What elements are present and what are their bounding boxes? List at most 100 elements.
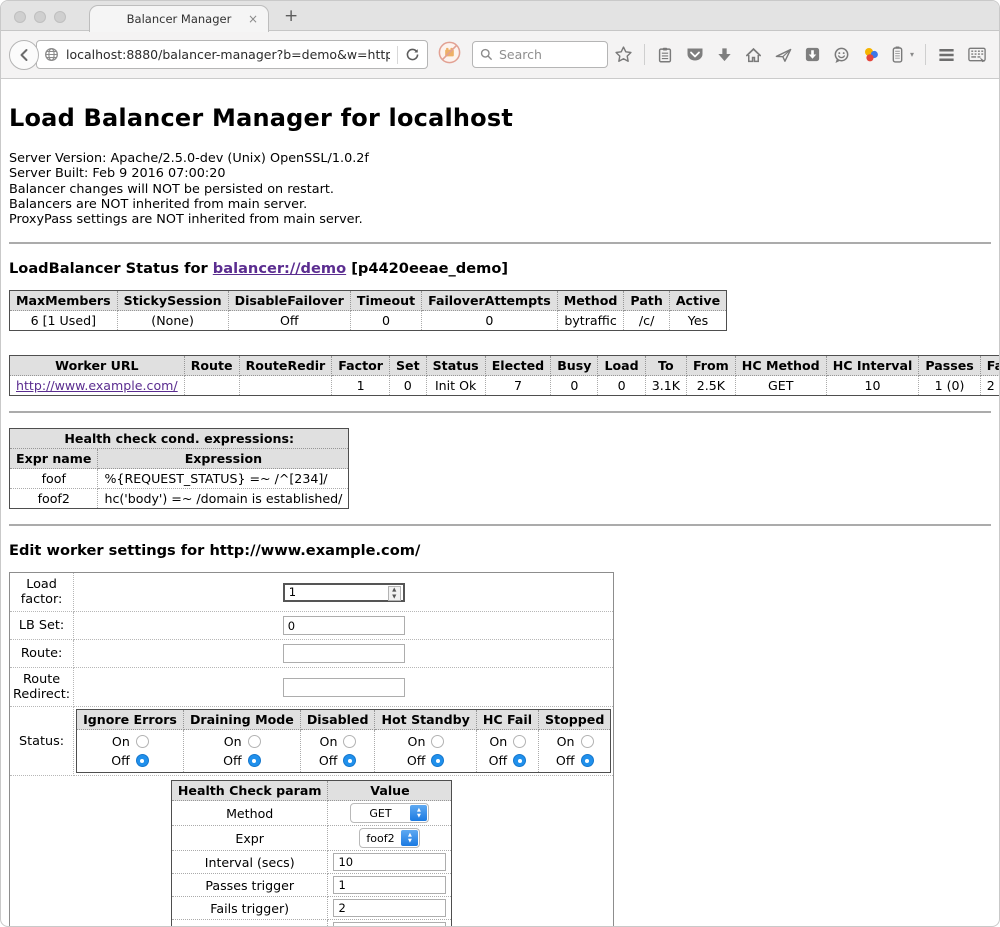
status-column-header: Hot Standby xyxy=(375,710,476,730)
table-cell: 0 xyxy=(389,376,426,396)
column-header: Active xyxy=(669,291,726,311)
extension-dots-icon[interactable] xyxy=(862,46,880,64)
status-stopped-off-radio[interactable] xyxy=(581,754,594,767)
hc-fails-input[interactable] xyxy=(333,899,446,917)
bookmarks-clipboard-icon[interactable] xyxy=(656,46,674,64)
table-cell xyxy=(239,376,332,396)
status-hot-standby-off-radio[interactable] xyxy=(431,754,444,767)
radio-label: On xyxy=(489,734,508,749)
select-chevrons-icon: ▲▼ xyxy=(401,830,418,846)
radio-label: Off xyxy=(111,753,130,768)
table-cell: Off xyxy=(228,311,350,331)
save-to-device-icon[interactable] xyxy=(804,46,821,63)
route-redirect-input[interactable] xyxy=(283,678,405,697)
route-label: Route: xyxy=(10,640,74,668)
hc-fails-label: Fails trigger) xyxy=(171,897,328,920)
hc-expr-select[interactable]: foof2 ▲▼ xyxy=(359,828,420,848)
balancer-demo-link[interactable]: balancer://demo xyxy=(213,260,346,277)
hc-method-value: GET xyxy=(351,804,409,822)
radio-label: Off xyxy=(556,753,575,768)
status-column-header: Stopped xyxy=(539,710,611,730)
lb-set-input[interactable] xyxy=(283,616,405,635)
table-cell: http://www.example.com/ xyxy=(10,376,185,396)
worker-url-link[interactable]: http://www.example.com/ xyxy=(16,378,178,393)
toolbar-separator xyxy=(925,44,926,65)
send-plane-icon[interactable] xyxy=(774,46,793,64)
heading-suffix: [p4420eeae_demo] xyxy=(346,260,508,277)
table-cell: Init Ok xyxy=(426,376,485,396)
browser-tab[interactable]: Balancer Manager × xyxy=(89,5,269,32)
column-header: FailoverAttempts xyxy=(422,291,558,311)
column-header: Busy xyxy=(551,356,598,376)
status-draining-mode-on-radio[interactable] xyxy=(248,735,261,748)
column-header: Expr name xyxy=(10,449,98,469)
back-button[interactable] xyxy=(9,40,39,70)
table-cell xyxy=(184,376,239,396)
zoom-window-button[interactable] xyxy=(54,11,66,23)
tiles-keyboard-icon[interactable] xyxy=(967,46,987,64)
status-radio-cell: OnOff xyxy=(375,730,476,773)
reload-icon[interactable] xyxy=(405,47,420,62)
table-cell: %{REQUEST_STATUS} =~ /^[234]/ xyxy=(98,469,349,489)
status-radio-cell: OnOff xyxy=(300,730,375,773)
battery-status-icon[interactable] xyxy=(891,45,904,64)
column-header: Passes xyxy=(919,356,980,376)
column-header: Factor xyxy=(332,356,390,376)
status-disabled-off-radio[interactable] xyxy=(343,754,356,767)
url-bar[interactable]: localhost:8880/balancer-manager?b=demo&w… xyxy=(36,40,428,69)
home-icon[interactable] xyxy=(744,46,763,64)
proxypass-notice-line: ProxyPass settings are NOT inherited fro… xyxy=(9,212,991,227)
edit-worker-form: Load factor: ▲▼ LB Set: Route: xyxy=(9,572,614,927)
inherit-notice-line: Balancers are NOT inherited from main se… xyxy=(9,197,991,212)
table-cell: bytraffic xyxy=(557,311,624,331)
radio-label: On xyxy=(319,734,338,749)
hc-expr-value: foof2 xyxy=(360,829,400,847)
url-text[interactable]: localhost:8880/balancer-manager?b=demo&w… xyxy=(66,47,390,62)
table-cell: 2 (0) xyxy=(980,376,1000,396)
feedback-smiley-icon[interactable] xyxy=(832,46,851,64)
column-header: MaxMembers xyxy=(10,291,118,311)
column-header: From xyxy=(686,356,735,376)
pocket-icon[interactable] xyxy=(685,46,705,64)
search-bar[interactable]: Search xyxy=(472,41,608,68)
column-header: Path xyxy=(624,291,669,311)
route-redirect-row: Route Redirect: xyxy=(10,668,614,707)
new-tab-button[interactable]: + xyxy=(284,6,298,26)
number-stepper-icon[interactable]: ▲▼ xyxy=(388,586,401,601)
radio-label: Off xyxy=(489,753,508,768)
hc-method-select[interactable]: GET ▲▼ xyxy=(350,803,429,823)
hc-uri-label: HC uri xyxy=(171,920,328,927)
table-cell: 1 (0) xyxy=(919,376,980,396)
status-disabled-on-radio[interactable] xyxy=(343,735,356,748)
hc-passes-input[interactable] xyxy=(333,876,446,894)
bookmark-star-icon[interactable] xyxy=(614,45,633,64)
plugin-blocked-button[interactable] xyxy=(437,40,462,69)
overflow-caret-icon[interactable]: ▾ xyxy=(910,50,914,59)
route-input[interactable] xyxy=(283,644,405,663)
hc-param-header: Health Check param xyxy=(171,781,328,801)
hc-uri-input[interactable] xyxy=(333,922,446,927)
status-hc-fail-on-radio[interactable] xyxy=(513,735,526,748)
hc-interval-input[interactable] xyxy=(333,853,446,871)
table-row: http://www.example.com/10Init Ok7003.1K2… xyxy=(10,376,1000,396)
downloads-icon[interactable] xyxy=(716,46,733,64)
load-factor-input[interactable] xyxy=(283,583,405,602)
close-window-button[interactable] xyxy=(14,11,26,23)
status-radio-cell: OnOff xyxy=(183,730,300,773)
status-stopped-on-radio[interactable] xyxy=(581,735,594,748)
status-column-header: HC Fail xyxy=(476,710,538,730)
load-factor-row: Load factor: ▲▼ xyxy=(10,573,614,612)
status-hot-standby-on-radio[interactable] xyxy=(431,735,444,748)
status-hc-fail-off-radio[interactable] xyxy=(513,754,526,767)
minimize-window-button[interactable] xyxy=(34,11,46,23)
status-ignore-errors-on-radio[interactable] xyxy=(136,735,149,748)
menu-hamburger-icon[interactable] xyxy=(937,47,956,63)
status-draining-mode-off-radio[interactable] xyxy=(248,754,261,767)
toolbar-separator xyxy=(644,44,645,65)
status-radio-cell: On Off xyxy=(476,730,538,773)
radio-label: Off xyxy=(407,753,426,768)
status-ignore-errors-off-radio[interactable] xyxy=(136,754,149,767)
status-column-header: Disabled xyxy=(300,710,375,730)
page-content: Load Balancer Manager for localhost Serv… xyxy=(1,79,999,927)
tab-close-icon[interactable]: × xyxy=(248,12,258,26)
